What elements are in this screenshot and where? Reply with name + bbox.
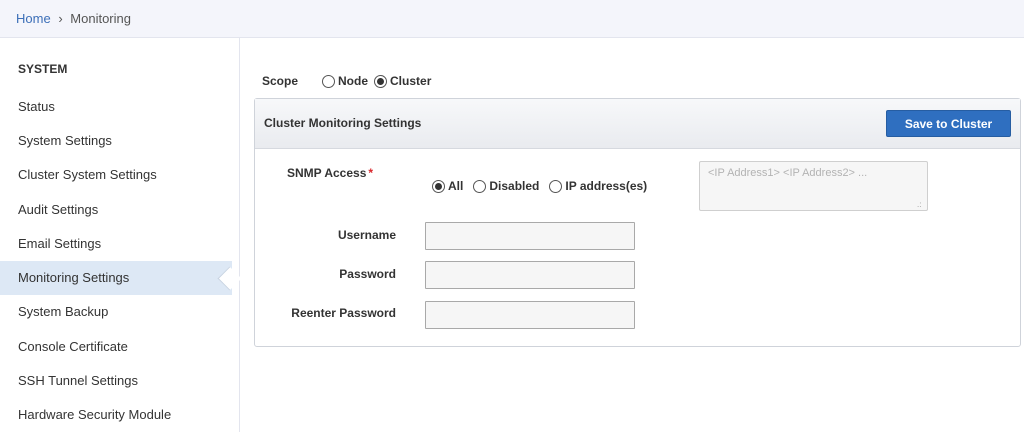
reenter-password-input[interactable] bbox=[425, 301, 635, 329]
snmp-disabled-option[interactable]: Disabled bbox=[473, 179, 539, 193]
sidebar-item-monitoring-settings[interactable]: Monitoring Settings bbox=[0, 261, 232, 295]
username-input[interactable] bbox=[425, 222, 635, 250]
scope-node-option[interactable]: Node bbox=[322, 74, 368, 88]
snmp-all-radio[interactable] bbox=[432, 179, 445, 193]
sidebar-item-audit-settings[interactable]: Audit Settings bbox=[0, 193, 232, 227]
snmp-all-option[interactable]: All bbox=[432, 179, 463, 193]
save-to-cluster-button[interactable]: Save to Cluster bbox=[886, 110, 1011, 137]
snmp-disabled-radio[interactable] bbox=[473, 179, 487, 193]
snmp-access-options: All Disabled IP address(es) bbox=[432, 179, 657, 193]
snmp-access-label: SNMP Access * bbox=[287, 166, 373, 180]
scope-label: Scope bbox=[262, 74, 299, 88]
panel-title: Cluster Monitoring Settings bbox=[264, 116, 422, 130]
resize-grip-icon[interactable]: .: bbox=[917, 200, 921, 209]
ip-addresses-textarea[interactable] bbox=[699, 161, 928, 211]
sidebar: SYSTEM Status System Settings Cluster Sy… bbox=[0, 38, 240, 432]
password-input[interactable] bbox=[425, 261, 635, 289]
snmp-ip-option[interactable]: IP address(es) bbox=[549, 179, 647, 193]
scope-node-label: Node bbox=[338, 74, 369, 88]
sidebar-item-hardware-security-module[interactable]: Hardware Security Module bbox=[0, 398, 232, 432]
required-marker: * bbox=[368, 166, 374, 180]
breadcrumb: Home › Monitoring bbox=[16, 11, 131, 26]
snmp-access-label-text: SNMP Access bbox=[287, 166, 367, 180]
reenter-password-label: Reenter Password bbox=[291, 306, 396, 320]
sidebar-item-system-settings[interactable]: System Settings bbox=[0, 124, 232, 158]
snmp-ip-radio[interactable] bbox=[549, 179, 563, 193]
sidebar-heading: SYSTEM bbox=[18, 62, 68, 76]
username-label: Username bbox=[337, 228, 396, 242]
sidebar-item-ssh-tunnel-settings[interactable]: SSH Tunnel Settings bbox=[0, 364, 232, 398]
scope-cluster-radio[interactable] bbox=[374, 74, 388, 88]
snmp-all-label: All bbox=[448, 179, 464, 193]
breadcrumb-separator-icon: › bbox=[58, 11, 63, 26]
sidebar-item-system-backup[interactable]: System Backup bbox=[0, 295, 232, 329]
panel-header: Cluster Monitoring Settings Save to Clus… bbox=[255, 99, 1020, 149]
sidebar-item-cluster-system-settings[interactable]: Cluster System Settings bbox=[0, 158, 232, 192]
sidebar-item-email-settings[interactable]: Email Settings bbox=[0, 227, 232, 261]
sidebar-item-status[interactable]: Status bbox=[0, 90, 232, 124]
scope-cluster-option[interactable]: Cluster bbox=[374, 74, 431, 88]
snmp-ip-label: IP address(es) bbox=[565, 179, 648, 193]
breadcrumb-home-link[interactable]: Home bbox=[16, 11, 51, 26]
sidebar-item-console-certificate[interactable]: Console Certificate bbox=[0, 330, 232, 364]
password-label: Password bbox=[339, 267, 396, 281]
scope-selector: Scope Node Cluster bbox=[262, 72, 437, 90]
snmp-disabled-label: Disabled bbox=[489, 179, 540, 193]
scope-node-radio[interactable] bbox=[322, 74, 336, 88]
scope-cluster-label: Cluster bbox=[390, 74, 432, 88]
breadcrumb-current: Monitoring bbox=[70, 11, 131, 26]
breadcrumb-bar: Home › Monitoring bbox=[0, 0, 1024, 38]
